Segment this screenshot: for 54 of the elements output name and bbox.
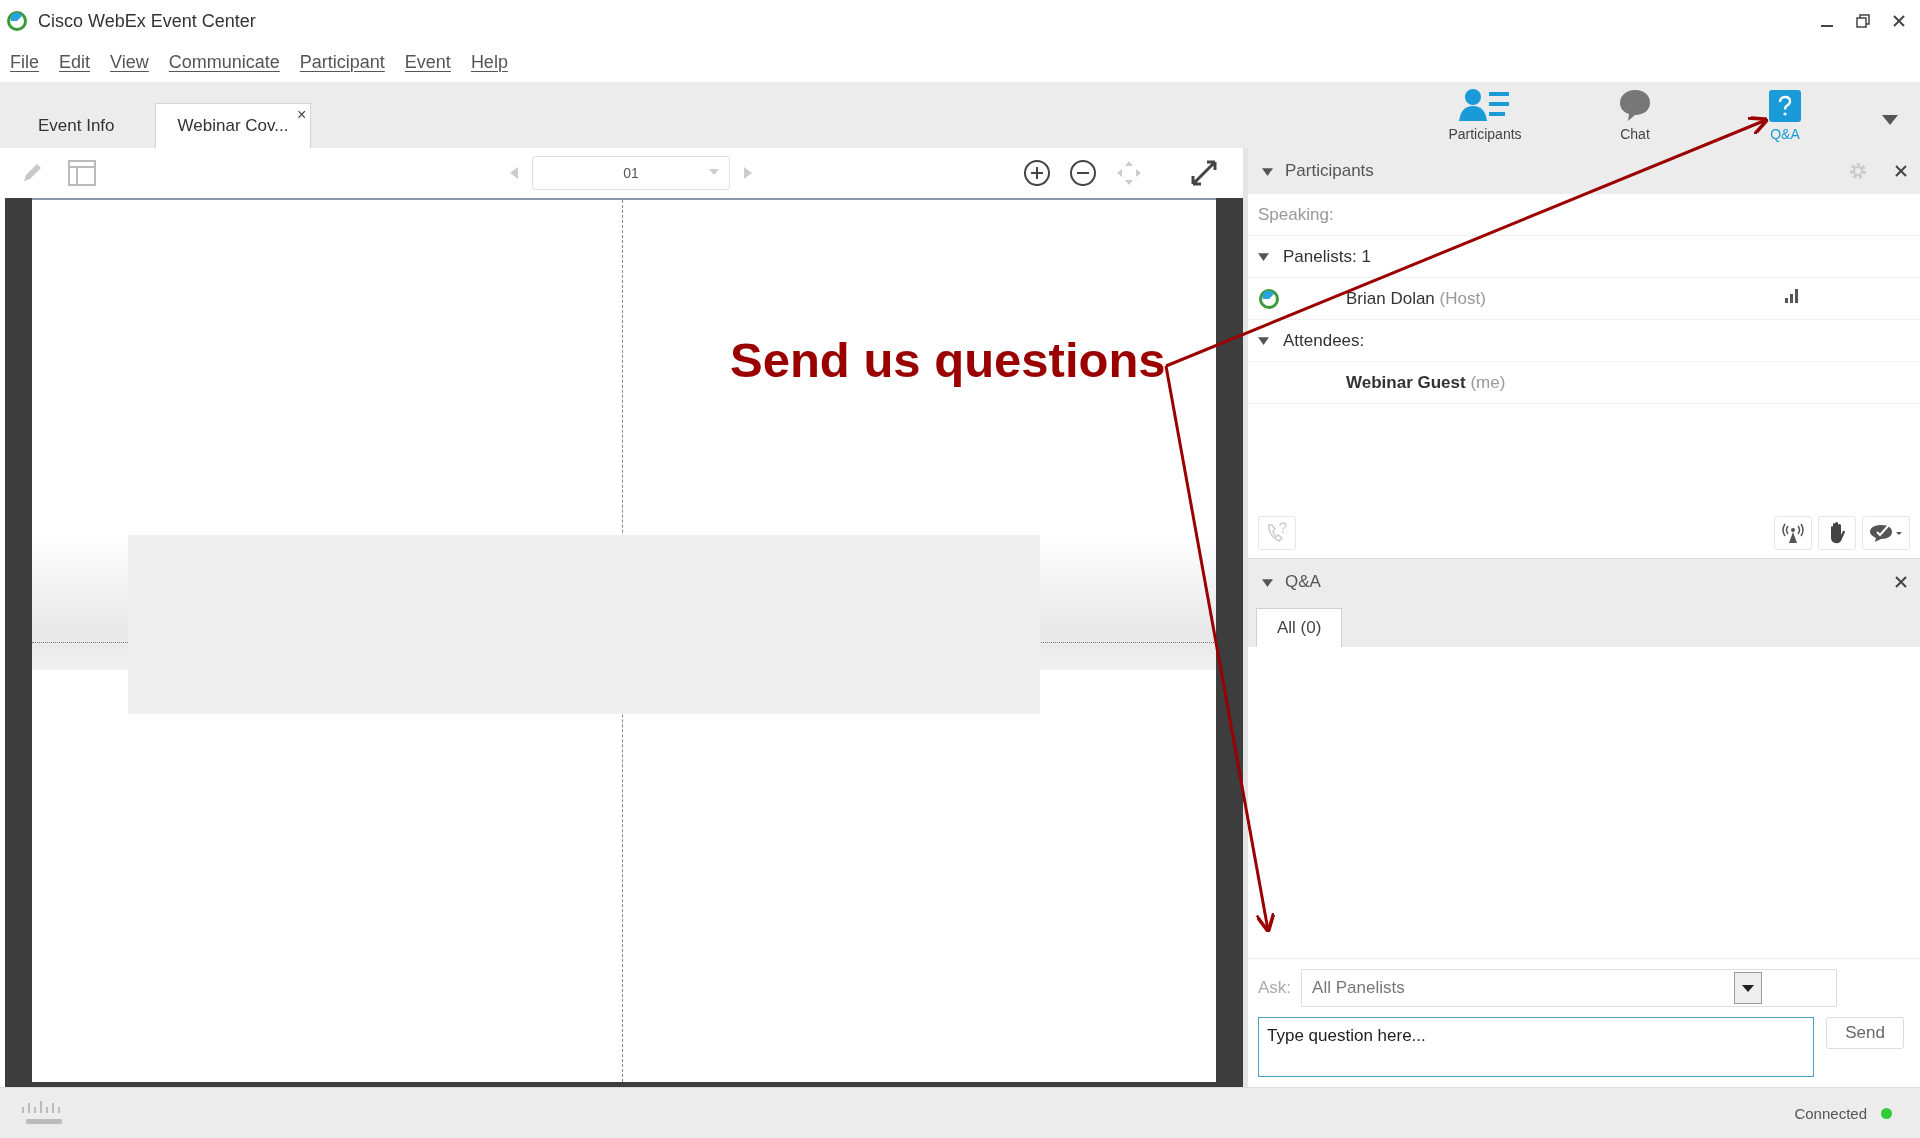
expand-icon[interactable] xyxy=(1189,158,1219,188)
expand-toggle-icon[interactable] xyxy=(1258,335,1269,346)
tab[interactable]: Webinar Cov... × xyxy=(154,103,312,148)
page-select[interactable]: 01 xyxy=(532,156,730,190)
annotation-text: Send us questions xyxy=(730,332,1166,388)
tab[interactable]: All (0) xyxy=(1256,608,1343,647)
panel-toggle-button[interactable]: Chat xyxy=(1560,88,1710,148)
menu-item[interactable]: File xyxy=(10,51,39,73)
dropdown-caret-icon xyxy=(709,169,719,175)
broadcast-button[interactable] xyxy=(1774,516,1812,550)
panel-toggle-button[interactable]: Participants xyxy=(1410,88,1560,148)
dropdown-caret-icon[interactable] xyxy=(1882,115,1898,125)
tab[interactable]: Event Info xyxy=(0,104,135,148)
restore-icon[interactable] xyxy=(1856,14,1870,28)
group-label: Attendees: xyxy=(1283,330,1365,351)
window-title: Cisco WebEx Event Center xyxy=(38,10,256,32)
recipient-select[interactable]: All Panelists xyxy=(1301,969,1838,1007)
menu-item[interactable]: Help xyxy=(470,51,508,73)
signal-bars-icon xyxy=(1784,288,1800,304)
send-button[interactable]: Send xyxy=(1826,1017,1904,1049)
raise-hand-button[interactable] xyxy=(1818,516,1856,550)
panel-title: Q&A xyxy=(1285,572,1321,592)
panel-title: Participants xyxy=(1285,161,1374,181)
zoom-out-icon[interactable] xyxy=(1069,159,1097,187)
expand-toggle-icon[interactable] xyxy=(1258,251,1269,262)
tab-close-button[interactable]: × xyxy=(297,106,307,124)
menu-item[interactable]: Communicate xyxy=(168,51,280,73)
group-label: Panelists: 1 xyxy=(1283,246,1371,267)
zoom-in-icon[interactable] xyxy=(1023,159,1051,187)
antenna-icon xyxy=(1781,522,1805,544)
phone-question-icon xyxy=(1265,521,1289,545)
connection-status: Connected xyxy=(1794,1104,1867,1122)
collapse-icon[interactable] xyxy=(1262,576,1273,588)
ask-label: Ask: xyxy=(1258,978,1292,998)
people-list-icon xyxy=(1459,88,1511,122)
feedback-button[interactable] xyxy=(1862,516,1910,550)
question-field[interactable]: Type question here... xyxy=(1258,1017,1814,1077)
speaking-label: Speaking: xyxy=(1258,204,1334,225)
app-logo-icon xyxy=(6,10,28,32)
globe-avatar-icon xyxy=(1258,287,1280,310)
close-icon[interactable] xyxy=(1892,14,1906,28)
participant-name[interactable]: Brian Dolan (Host) xyxy=(1346,288,1486,309)
menu-item[interactable]: View xyxy=(110,51,149,73)
menu-item[interactable]: Participant xyxy=(299,51,385,73)
collapse-icon[interactable] xyxy=(1262,165,1273,177)
check-bubble-icon xyxy=(1869,523,1903,543)
question-mark-icon xyxy=(1769,90,1801,122)
participant-name[interactable]: Webinar Guest (me) xyxy=(1346,372,1506,393)
menu-item[interactable]: Edit xyxy=(59,51,91,73)
menu-item[interactable]: Event xyxy=(404,51,451,73)
close-icon[interactable] xyxy=(1894,164,1908,178)
speech-bubble-icon xyxy=(1618,88,1652,122)
dropdown-caret-icon[interactable] xyxy=(1742,984,1755,992)
close-icon[interactable] xyxy=(1894,575,1908,589)
